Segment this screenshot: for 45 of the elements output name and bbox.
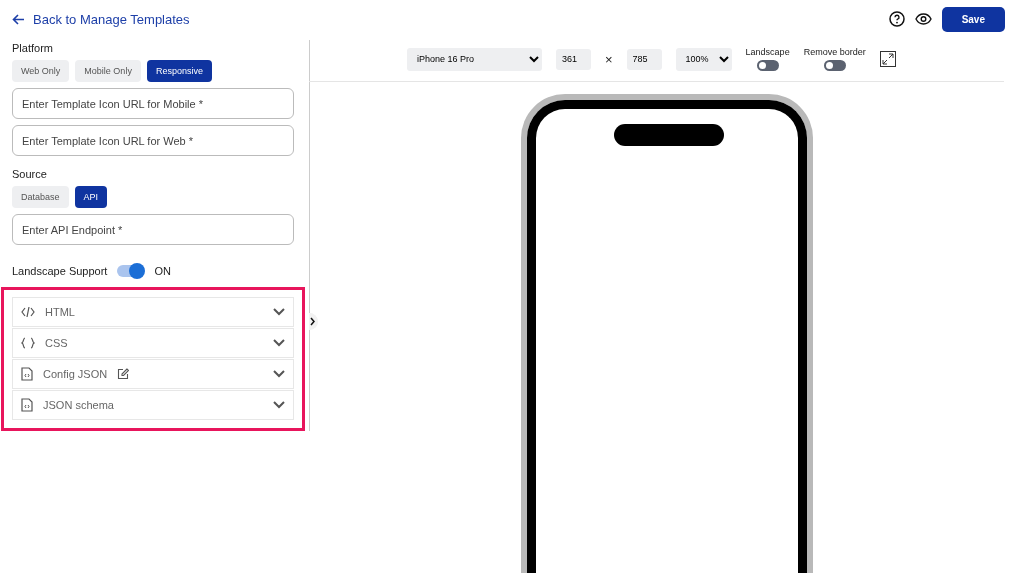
- accordion-item[interactable]: HTML: [12, 297, 294, 327]
- accordion-item[interactable]: JSON schema: [12, 390, 294, 420]
- section-title: HTML: [45, 306, 75, 318]
- section-title: JSON schema: [43, 399, 114, 411]
- toggle-switch[interactable]: [823, 60, 846, 72]
- height-field[interactable]: 785: [626, 48, 662, 70]
- input-field[interactable]: Enter API Endpoint *: [12, 214, 294, 245]
- source-label: Source: [12, 168, 48, 180]
- eye-icon[interactable]: [914, 13, 932, 25]
- option-button[interactable]: Responsive: [146, 60, 212, 82]
- file-icon: [21, 398, 33, 412]
- chevron-down-icon: [273, 339, 285, 347]
- arrow-left-icon: [12, 13, 25, 25]
- accordion-item[interactable]: Config JSON: [12, 359, 294, 389]
- device-select[interactable]: iPhone 16 Pro: [407, 47, 542, 71]
- chevron-down-icon: [273, 370, 285, 378]
- input-field[interactable]: Enter Template Icon URL for Mobile *: [12, 88, 294, 119]
- help-icon[interactable]: [888, 11, 905, 27]
- option-button[interactable]: Database: [12, 186, 69, 208]
- toggle-switch[interactable]: [117, 265, 145, 277]
- chevron-down-icon: [273, 308, 285, 316]
- option-button[interactable]: Web Only: [12, 60, 70, 82]
- accordion-item[interactable]: CSS: [12, 328, 294, 358]
- input-field[interactable]: Enter Template Icon URL for Web *: [12, 125, 294, 156]
- code-icon: [21, 307, 35, 317]
- braces-icon: [21, 337, 35, 349]
- toggle-switch[interactable]: [756, 60, 779, 72]
- remove-border-label: Remove border: [803, 47, 866, 58]
- option-button[interactable]: API: [74, 186, 108, 208]
- toggle-state: ON: [154, 265, 171, 277]
- zoom-select[interactable]: 100%: [675, 47, 732, 71]
- section-title: Config JSON: [43, 368, 108, 380]
- back-link[interactable]: Back to Manage Templates: [12, 11, 190, 27]
- landscape-support-label: Landscape Support: [12, 265, 108, 277]
- width-field[interactable]: 361: [556, 48, 591, 70]
- expand-icon[interactable]: [879, 51, 896, 68]
- landscape-label: Landscape: [745, 47, 790, 58]
- section-title: CSS: [45, 337, 68, 349]
- platform-label: Platform: [12, 42, 54, 54]
- chevron-down-icon: [273, 401, 285, 409]
- edit-icon[interactable]: [117, 368, 130, 380]
- save-button[interactable]: Save: [941, 6, 1005, 32]
- file-icon: [21, 367, 33, 381]
- times-sign: ×: [605, 51, 613, 67]
- option-button[interactable]: Mobile Only: [75, 60, 141, 82]
